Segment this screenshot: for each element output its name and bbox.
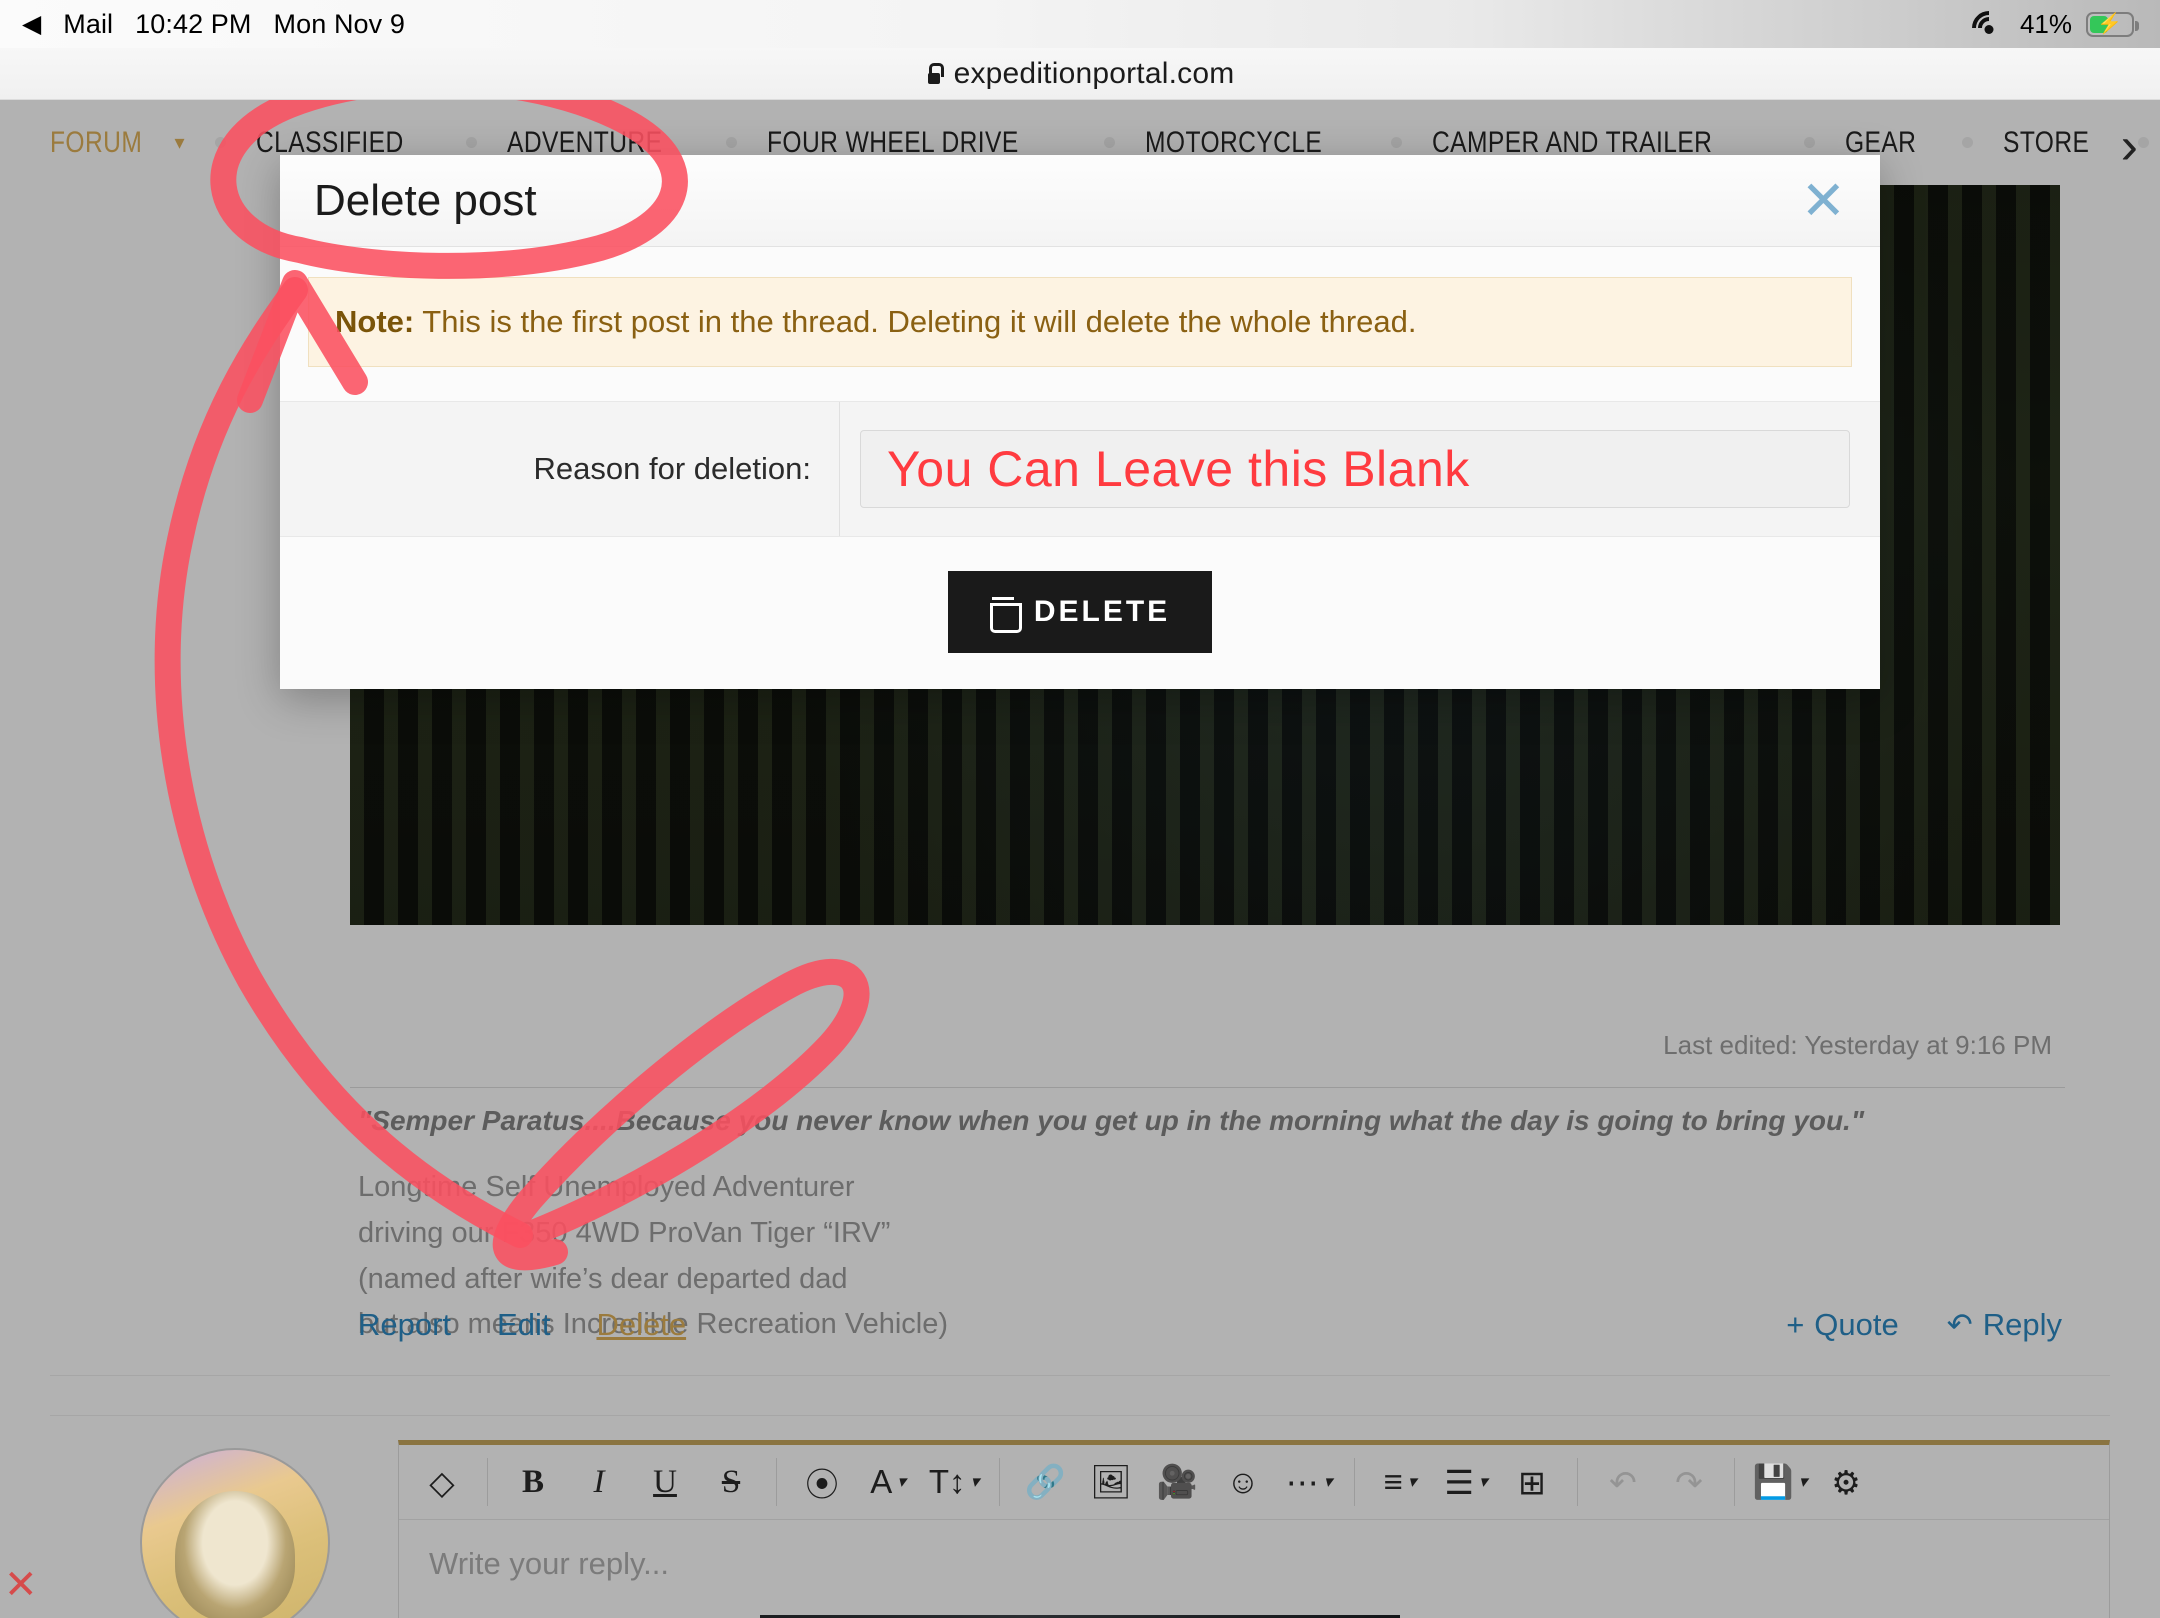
delete-post-modal: Delete post ✕ Note: This is the first po… [280, 155, 1880, 690]
nav-separator-dot [1391, 137, 1403, 148]
font-family-icon[interactable]: A ▾ [855, 1445, 921, 1519]
text-color-icon[interactable]: ⦿ [789, 1445, 855, 1519]
note-banner: Note: This is the first post in the thre… [308, 277, 1852, 368]
triangle-left-icon[interactable]: ◀ [22, 11, 41, 37]
gear-icon[interactable]: ⚙ [1813, 1445, 1879, 1519]
browser-url-bar[interactable]: expeditionportal.com [0, 48, 2160, 100]
signature-line: Longtime Self Unemployed Adventurer [358, 1171, 855, 1203]
nav-item-forum[interactable]: FORUM [50, 126, 142, 160]
reply-button[interactable]: ↶ Reply [1947, 1307, 2062, 1343]
undo-icon: ↶ [1609, 1463, 1637, 1501]
status-bar-left: ◀ Mail 10:42 PM Mon Nov 9 [0, 9, 405, 40]
corner-close-icon[interactable]: ✕ [4, 1562, 38, 1608]
reason-row: Reason for deletion: You Can Leave this … [280, 401, 1880, 538]
save-icon[interactable]: 💾 ▾ [1747, 1445, 1813, 1519]
nav-separator-dot [2138, 137, 2150, 148]
wifi-icon [1964, 3, 2013, 53]
delete-link[interactable]: Delete [596, 1307, 686, 1343]
chevron-right-icon[interactable]: › [2121, 116, 2138, 176]
last-edited-label: Last edited: Yesterday at 9:16 PM [1663, 1030, 2052, 1060]
clock: 10:42 PM [135, 8, 252, 39]
report-link[interactable]: Report [358, 1307, 451, 1343]
note-text: This is the first post in the thread. De… [422, 304, 1417, 339]
chevron-down-icon[interactable]: ▾ [174, 130, 184, 155]
edit-link[interactable]: Edit [497, 1307, 550, 1343]
modal-title: Delete post [314, 175, 537, 225]
ios-status-bar: ◀ Mail 10:42 PM Mon Nov 9 41% ⚡ [0, 0, 2160, 53]
emoji-icon[interactable]: ☺ [1210, 1445, 1276, 1519]
lock-icon [926, 63, 945, 84]
post-divider [50, 1375, 2110, 1376]
bold-icon[interactable]: B [500, 1445, 566, 1519]
eraser-icon[interactable]: ◇ [409, 1445, 475, 1519]
modal-body: Note: This is the first post in the thre… [280, 247, 1880, 538]
toolbar-separator [999, 1458, 1000, 1506]
underline-icon[interactable]: U [632, 1445, 698, 1519]
close-icon[interactable]: ✕ [1801, 174, 1846, 228]
reply-arrow-icon: ↶ [1946, 1307, 1973, 1342]
nav-separator-dot [1962, 137, 1974, 148]
signature-divider [350, 1087, 2065, 1088]
signature-line: (named after wife’s dear departed dad [358, 1262, 848, 1295]
reply-label: Reply [1982, 1307, 2062, 1342]
toolbar-separator [1354, 1458, 1355, 1506]
link-icon[interactable]: 🔗 [1012, 1445, 1078, 1519]
redo-icon: ↷ [1675, 1463, 1703, 1501]
rich-text-editor: ◇ B I U S ⦿ A ▾ T↕ ▾ 🔗 🖼 🎥 ☺ ⋯ ▾ ≡ ▾ ☰ ▾… [398, 1440, 2110, 1618]
quote-label: Quote [1814, 1307, 1899, 1342]
avatar[interactable] [140, 1448, 330, 1618]
trash-icon [989, 597, 1022, 634]
modal-footer: DELETE [280, 537, 1880, 690]
screen: ◀ Mail 10:42 PM Mon Nov 9 41% ⚡ expediti… [0, 0, 2160, 1618]
nav-separator-dot [1804, 137, 1816, 148]
back-to-app-label[interactable]: Mail [63, 9, 113, 40]
toolbar-separator [1734, 1458, 1735, 1506]
strikethrough-icon[interactable]: S [698, 1445, 764, 1519]
table-icon[interactable]: ⊞ [1499, 1445, 1565, 1519]
delete-button[interactable]: DELETE [947, 571, 1213, 654]
more-icon[interactable]: ⋯ ▾ [1276, 1445, 1342, 1519]
signature-quote: "Semper Paratus....Because you never kno… [358, 1105, 1865, 1136]
status-bar-right: 41% ⚡ [1964, 0, 2139, 53]
reason-input[interactable]: You Can Leave this Blank [860, 430, 1850, 509]
toolbar-separator [487, 1458, 488, 1506]
battery-percent-label: 41% [2019, 8, 2072, 39]
reason-field-cell: You Can Leave this Blank [840, 402, 1880, 536]
nav-separator-dot [465, 137, 477, 148]
note-prefix: Note: [335, 304, 415, 339]
toolbar-separator [776, 1458, 777, 1506]
date-label: Mon Nov 9 [273, 8, 405, 39]
post-actions-right: + Quote ↶ Reply [1786, 1307, 2062, 1343]
battery-charging-icon: ⚡ [2086, 11, 2139, 37]
image-icon[interactable]: 🖼 [1078, 1445, 1144, 1519]
editor-toolbar: ◇ B I U S ⦿ A ▾ T↕ ▾ 🔗 🖼 🎥 ☺ ⋯ ▾ ≡ ▾ ☰ ▾… [399, 1445, 2109, 1519]
annotation-leave-blank: You Can Leave this Blank [887, 441, 1470, 498]
modal-header: Delete post ✕ [280, 155, 1880, 247]
signature-line: driving our F350 4WD ProVan Tiger “IRV” [358, 1216, 891, 1249]
list-icon[interactable]: ☰ ▾ [1433, 1445, 1499, 1519]
reply-input[interactable]: Write your reply... [399, 1519, 2109, 1618]
toolbar-separator [1577, 1458, 1578, 1506]
url-text: expeditionportal.com [953, 56, 1235, 90]
plus-icon: + [1786, 1307, 1805, 1342]
quote-button[interactable]: + Quote [1786, 1307, 1899, 1343]
reason-label: Reason for deletion: [280, 402, 840, 537]
italic-icon[interactable]: I [566, 1445, 632, 1519]
nav-separator-dot [1104, 137, 1116, 148]
post-actions-left: Report Edit Delete [358, 1307, 686, 1343]
delete-button-label: DELETE [1033, 595, 1171, 629]
align-icon[interactable]: ≡ ▾ [1367, 1445, 1433, 1519]
reply-editor-panel: ◇ B I U S ⦿ A ▾ T↕ ▾ 🔗 🖼 🎥 ☺ ⋯ ▾ ≡ ▾ ☰ ▾… [50, 1415, 2110, 1618]
font-size-icon[interactable]: T↕ ▾ [921, 1445, 987, 1519]
nav-separator-dot [214, 137, 226, 148]
nav-separator-dot [726, 137, 738, 148]
nav-item-store[interactable]: STORE [2003, 126, 2089, 160]
video-icon[interactable]: 🎥 [1144, 1445, 1210, 1519]
